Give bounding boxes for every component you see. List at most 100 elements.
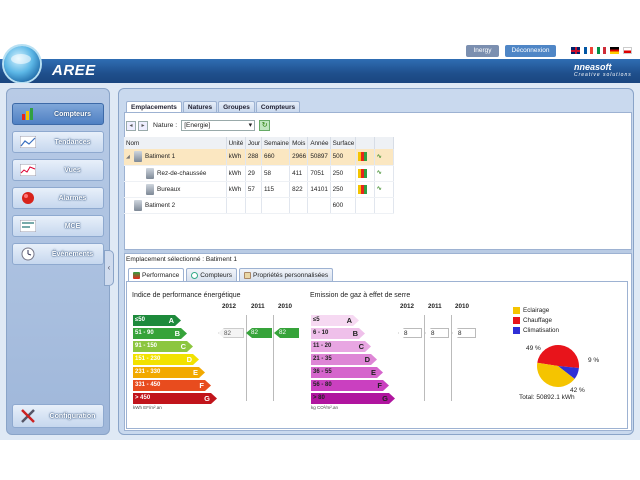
energy-range: > 450 <box>135 395 151 401</box>
energy-letter: D <box>186 355 192 364</box>
energy-unit: kWh EF/m².an <box>133 405 162 410</box>
flag-other-icon[interactable] <box>623 47 632 54</box>
col-jour[interactable]: Jour <box>245 137 262 149</box>
building-icon <box>146 167 154 179</box>
cell-name: Batiment 2 <box>124 197 227 214</box>
brand-logo: nneasoft Creative solutions <box>574 62 632 78</box>
cell-semaine: 115 <box>261 181 291 198</box>
configuration-button[interactable]: Configuration <box>12 404 104 428</box>
cell-semaine <box>261 197 291 214</box>
cell-name: Bureaux <box>124 181 227 198</box>
building-icon <box>146 183 154 195</box>
row-name: Rez-de-chaussée <box>157 169 207 177</box>
col-annee[interactable]: Année <box>307 137 331 149</box>
sidebar-item-compteurs[interactable]: Compteurs <box>12 103 104 125</box>
trend-line-icon[interactable]: ∿ <box>377 185 382 192</box>
cell-mois: 822 <box>289 181 309 198</box>
nature-select[interactable]: [Energie] <box>181 120 256 131</box>
pie-label-eclairage: 42 % <box>570 387 585 394</box>
ges-letter: C <box>358 342 364 351</box>
ges-class-b: 6 - 10 B <box>311 328 365 339</box>
expand-icon[interactable]: ◢ <box>126 154 134 160</box>
sidebar-item-label: Alarmes <box>58 194 87 202</box>
energy-letter: G <box>204 394 210 403</box>
ges-range: 56 - 80 <box>313 382 332 388</box>
sidebar-item-label: MCE <box>64 222 81 230</box>
ges-letter: G <box>382 394 388 403</box>
cell-name: ◢ Batiment 1 <box>124 149 227 166</box>
cell-unit: kWh <box>226 149 246 166</box>
pie-label-climatisation: 9 % <box>588 357 600 364</box>
flag-it-icon[interactable] <box>597 47 606 54</box>
bar-chart-icon[interactable] <box>357 184 367 194</box>
divider <box>424 315 425 401</box>
flag-de-icon[interactable] <box>610 47 619 54</box>
tools-icon <box>18 408 38 424</box>
energy-class-b: 51 - 90 B <box>133 328 187 339</box>
cell-surface: 500 <box>330 149 356 166</box>
tab-performance[interactable]: Performance <box>128 268 185 281</box>
col-mois[interactable]: Mois <box>289 137 309 149</box>
ges-year-2010: 2010 <box>455 303 470 310</box>
ges-letter: D <box>364 355 370 364</box>
top-strip <box>0 0 640 46</box>
cell-semaine: 660 <box>261 149 291 166</box>
building-icon <box>134 151 142 163</box>
table-row[interactable]: Batiment 2 600 <box>124 197 395 214</box>
energy-range: 331 - 450 <box>135 382 161 388</box>
ges-class-c: 11 - 20 C <box>311 341 371 352</box>
col-semaine[interactable]: Semaine <box>261 137 291 149</box>
refresh-icon[interactable]: ↻ <box>259 120 271 131</box>
ges-letter: A <box>346 316 352 325</box>
bar-chart-icon[interactable] <box>357 152 367 162</box>
sidebar-item-vues[interactable]: Vues <box>12 159 104 181</box>
sidebar-item-mce[interactable]: MCE <box>12 215 104 237</box>
flag-fr-icon[interactable] <box>584 47 593 54</box>
cell-semaine: 58 <box>261 165 291 182</box>
forward-button[interactable]: ▸ <box>138 120 148 131</box>
energy-class-a: ≤50 A <box>133 315 181 326</box>
cell-jour <box>245 197 262 214</box>
sidebar-item-tendances[interactable]: Tendances <box>12 131 104 153</box>
cell-mois <box>289 197 309 214</box>
cell-trend: ∿ <box>374 165 395 182</box>
flag-uk-icon[interactable] <box>571 47 580 54</box>
table-row[interactable]: Bureaux kWh 57 115 822 14101 250 ∿ <box>124 181 395 198</box>
tab-compteurs-label: Compteurs <box>200 271 233 279</box>
trend-line-icon[interactable]: ∿ <box>377 153 382 160</box>
col-trend <box>374 137 395 149</box>
cell-chart <box>355 181 375 198</box>
mce-icon <box>18 218 38 234</box>
ges-title: Emission de gaz à effet de serre <box>310 292 411 299</box>
energy-letter: B <box>174 329 180 338</box>
tab-performance-label: Performance <box>142 271 180 279</box>
collapse-sidebar-handle[interactable]: ‹ <box>104 250 114 286</box>
performance-icon <box>133 271 140 279</box>
col-unite[interactable]: Unité <box>226 137 246 149</box>
tab-proprietes[interactable]: Propriétés personnalisées <box>239 268 334 281</box>
selection-value: Batiment 1 <box>205 256 237 263</box>
table-row[interactable]: ◢ Batiment 1 kWh 288 660 2966 50897 500 ∿ <box>124 149 395 166</box>
cell-jour: 288 <box>245 149 262 166</box>
tab-compteurs-details[interactable]: Compteurs <box>186 268 238 281</box>
col-surface[interactable]: Surface <box>330 137 356 149</box>
configuration-label: Configuration <box>49 412 96 420</box>
cell-annee <box>307 197 331 214</box>
energy-year-2010: 2010 <box>278 303 293 310</box>
energy-class-c: 91 - 150 C <box>133 341 193 352</box>
trend-line-icon[interactable]: ∿ <box>377 169 382 176</box>
inergy-button[interactable]: Inergy <box>466 45 499 57</box>
alarm-icon <box>18 190 38 206</box>
sidebar-item-evenements[interactable]: Événements <box>12 243 104 265</box>
divider <box>246 315 247 401</box>
back-button[interactable]: ◂ <box>126 120 136 131</box>
sidebar-item-alarmes[interactable]: Alarmes <box>12 187 104 209</box>
energy-letter: F <box>199 381 204 390</box>
brand-tagline: Creative solutions <box>574 72 632 78</box>
bar-chart-icon[interactable] <box>357 168 367 178</box>
logout-button[interactable]: Déconnexion <box>505 45 556 57</box>
table-row[interactable]: Rez-de-chaussée kWh 29 58 411 7051 250 ∿ <box>124 165 395 182</box>
pie-label-chauffage: 49 % <box>526 345 541 352</box>
ges-range: 36 - 55 <box>313 369 332 375</box>
col-nom[interactable]: Nom <box>124 137 227 149</box>
